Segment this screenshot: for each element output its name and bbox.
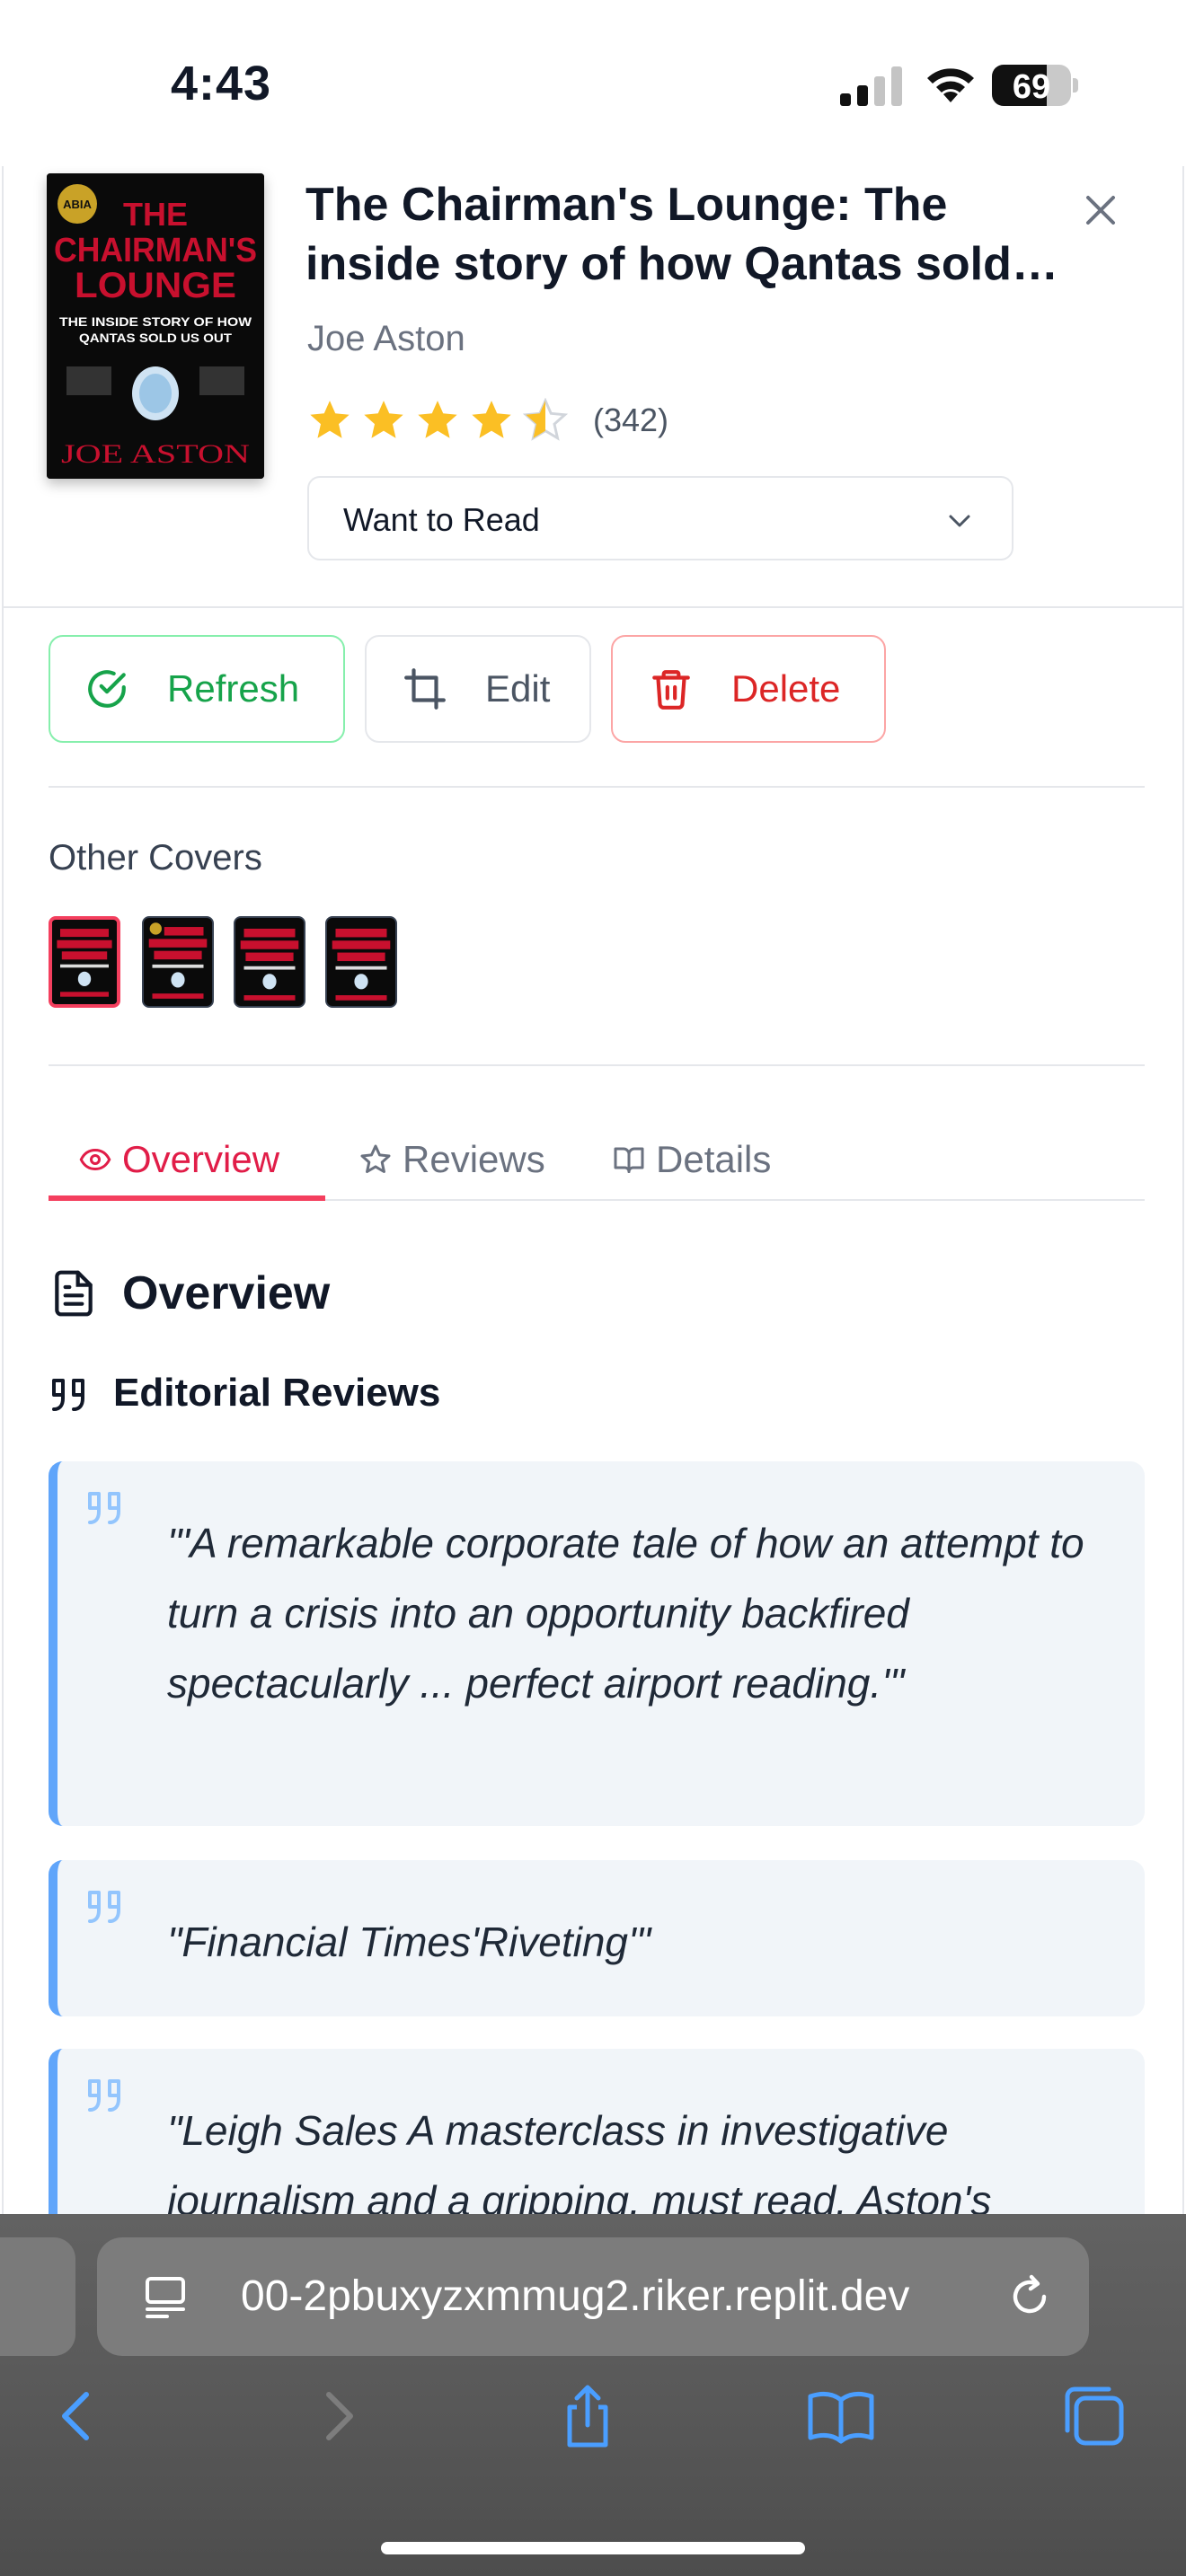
close-icon — [1086, 196, 1115, 225]
url-text: 00-2pbuxyzxmmug2.riker.replit.dev — [241, 2272, 910, 2320]
cover-thumbnail-art — [327, 918, 395, 1006]
cover-thumbnail-art — [52, 921, 117, 1003]
detail-tabs: Overview Reviews Details — [49, 1118, 1145, 1201]
page-settings-icon[interactable] — [142, 2273, 189, 2320]
previous-tab-peek[interactable] — [0, 2237, 75, 2356]
star-icon — [310, 401, 350, 438]
cover-thumbnail[interactable] — [325, 916, 397, 1008]
cellular-signal-icon — [840, 66, 902, 106]
active-tab-indicator — [49, 1195, 325, 1201]
reading-status-select[interactable]: Want to Read — [307, 476, 1013, 560]
book-cover: ABIA THE CHAIRMAN'S LOUNGE THE INSIDE ST… — [47, 173, 264, 479]
reading-status-value: Want to Read — [343, 501, 540, 538]
wifi-icon — [927, 68, 974, 102]
svg-text:JOE ASTON: JOE ASTON — [61, 439, 250, 469]
editorial-review-card: "'A remarkable corporate tale of how an … — [49, 1461, 1145, 1826]
quote-icon — [88, 2079, 120, 2112]
crop-icon — [404, 668, 446, 710]
edit-button[interactable]: Edit — [365, 635, 591, 743]
tab-overview-label: Overview — [122, 1138, 280, 1180]
screen: 4:43 69 ABIA THE CHAIRMAN'S LOUNGE THE I… — [0, 0, 1186, 2576]
book-open-icon — [614, 1147, 644, 1173]
battery-percent: 69 — [1012, 68, 1051, 106]
other-covers-label: Other Covers — [49, 838, 262, 878]
book-cover-art: ABIA THE CHAIRMAN'S LOUNGE THE INSIDE ST… — [47, 173, 264, 479]
reload-icon[interactable] — [1006, 2273, 1053, 2320]
edit-label: Edit — [485, 667, 551, 710]
check-circle-icon — [88, 670, 126, 708]
cover-thumbnail-art — [144, 918, 212, 1006]
star-half-icon — [523, 398, 568, 441]
quote-icon — [52, 1379, 84, 1411]
book-author: Joe Aston — [307, 319, 465, 358]
svg-text:QANTAS SOLD US OUT: QANTAS SOLD US OUT — [79, 331, 232, 345]
battery-icon: 69 — [992, 65, 1078, 106]
trash-icon — [652, 670, 690, 710]
svg-text:CHAIRMAN'S: CHAIRMAN'S — [54, 232, 257, 269]
cover-thumbnail-art — [235, 918, 304, 1006]
star-outline-icon — [360, 1144, 391, 1173]
home-indicator — [381, 2542, 805, 2554]
status-bar: 4:43 69 — [0, 0, 1186, 166]
editorial-review-card: "Leigh Sales A masterclass in investigat… — [49, 2049, 1145, 2214]
star-icon — [418, 401, 457, 438]
eye-icon — [79, 1148, 111, 1171]
chevron-down-icon — [949, 515, 970, 527]
tab-overview[interactable]: Overview — [79, 1118, 279, 1201]
star-rating: (342) — [307, 398, 668, 443]
book-detail-panel: ABIA THE CHAIRMAN'S LOUNGE THE INSIDE ST… — [2, 166, 1184, 2214]
status-time: 4:43 — [171, 57, 272, 110]
forward-icon[interactable] — [302, 2380, 374, 2452]
editorial-reviews-title: Editorial Reviews — [113, 1371, 441, 1415]
svg-text:ABIA: ABIA — [63, 198, 92, 211]
editorial-review-card: "Financial Times'Riveting'" — [49, 1860, 1145, 2016]
tabs-icon[interactable] — [1058, 2380, 1130, 2452]
star-icon — [364, 401, 403, 438]
refresh-button[interactable]: Refresh — [49, 635, 345, 743]
cover-thumbnail[interactable] — [142, 916, 214, 1008]
share-icon[interactable] — [552, 2380, 624, 2452]
close-button[interactable] — [1073, 182, 1128, 238]
address-bar[interactable]: 00-2pbuxyzxmmug2.riker.replit.dev — [97, 2237, 1089, 2356]
delete-button[interactable]: Delete — [611, 635, 886, 743]
svg-text:THE INSIDE STORY OF HOW: THE INSIDE STORY OF HOW — [59, 314, 252, 329]
editorial-review-text: "Financial Times'Riveting'" — [167, 1919, 651, 1965]
overview-heading: Overview — [49, 1262, 330, 1325]
svg-text:THE: THE — [123, 196, 188, 233]
document-icon — [55, 1270, 93, 1317]
bookmarks-icon[interactable] — [805, 2380, 877, 2452]
book-title: The Chairman's Lounge: The inside story … — [305, 179, 1012, 290]
delete-label: Delete — [731, 667, 841, 710]
tab-details-label: Details — [656, 1138, 772, 1180]
quote-icon — [88, 1492, 120, 1524]
overview-title: Overview — [122, 1267, 331, 1319]
cover-thumbnail-selected[interactable] — [49, 916, 120, 1008]
tab-details[interactable]: Details — [613, 1118, 771, 1201]
back-icon[interactable] — [41, 2380, 113, 2452]
editorial-review-text: "'A remarkable corporate tale of how an … — [167, 1520, 1084, 1707]
tab-reviews[interactable]: Reviews — [359, 1118, 545, 1201]
tab-reviews-label: Reviews — [403, 1138, 545, 1180]
svg-text:LOUNGE: LOUNGE — [75, 266, 236, 305]
header-divider — [4, 606, 1182, 608]
browser-toolbar: 00-2pbuxyzxmmug2.riker.replit.dev — [0, 2214, 1186, 2576]
star-icon — [472, 401, 511, 438]
refresh-label: Refresh — [167, 667, 300, 710]
editorial-review-text: "Leigh Sales A masterclass in investigat… — [167, 2107, 992, 2214]
covers-divider — [49, 1064, 1145, 1066]
rating-count: (342) — [593, 401, 669, 438]
actions-divider — [49, 786, 1145, 788]
editorial-reviews-heading: Editorial Reviews — [49, 1366, 440, 1420]
cover-thumbnail[interactable] — [234, 916, 305, 1008]
quote-icon — [88, 1891, 120, 1923]
